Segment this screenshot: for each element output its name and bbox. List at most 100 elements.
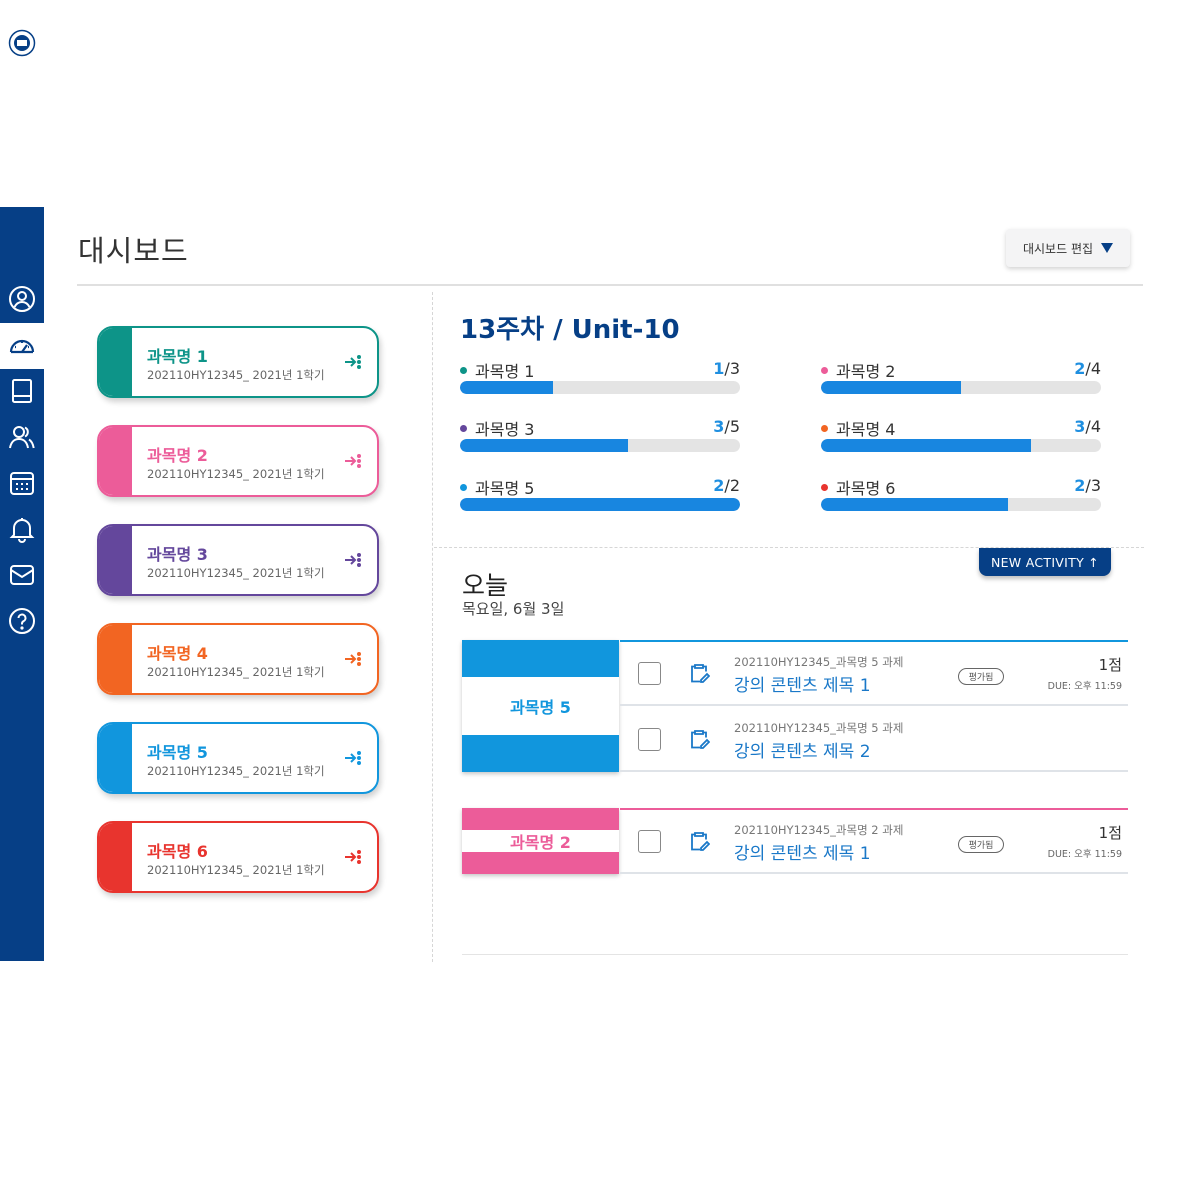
activity-checkbox[interactable] [638,662,661,685]
profile-icon[interactable] [0,276,44,322]
course-progress: 과목명 5 2/2 [460,475,740,523]
progress-fill [460,381,554,394]
assignment-icon [691,832,710,851]
activity-due: DUE: 오후 11:59 [1047,681,1122,692]
users-icon[interactable] [0,414,44,460]
progress-course-name: 과목명 5 [475,479,535,498]
page-title: 대시보드 [78,234,189,268]
course-color-dot [821,484,828,491]
progress-done: 3 [713,417,725,436]
activity-subtitle: 202110HY12345_과목명 5 과제 [734,721,904,735]
list-end-divider [462,954,1128,955]
progress-track [460,381,740,394]
sidebar [0,28,44,961]
progress-count: 3/4 [1074,417,1101,436]
progress-done: 2 [713,476,725,495]
course-color-strip [99,724,132,792]
progress-course-name: 과목명 2 [836,362,896,381]
university-logo-icon[interactable] [0,20,44,66]
today-title: 오늘 [462,571,509,600]
course-progress: 과목명 4 3/4 [821,416,1101,464]
activity-score: 1점 [1098,824,1122,842]
activity-title[interactable]: 강의 콘텐츠 제목 2 [734,737,871,762]
progress-fill [821,381,961,394]
enter-course-icon[interactable] [343,748,363,768]
progress-fill [821,498,1008,511]
course-code: 202110HY12345_ 2021년 1학기 [147,467,325,481]
assignment-icon [691,730,710,749]
progress-fill [460,439,628,452]
progress-total: /3 [724,359,740,378]
course-name: 과목명 4 [147,644,208,663]
progress-track [821,498,1101,511]
column-divider [432,292,433,962]
course-color-dot [821,367,828,374]
course-name: 과목명 6 [147,842,208,861]
graded-badge: 평가됨 [958,836,1004,853]
course-progress: 과목명 2 2/4 [821,358,1101,406]
activity-row: 202110HY12345_과목명 5 과제 강의 콘텐츠 제목 1 평가됨 1점 DU… [620,640,1128,706]
course-color-dot [460,484,467,491]
graded-badge: 평가됨 [958,668,1004,685]
calendar-icon[interactable] [0,460,44,506]
triangle-down-icon [1101,243,1114,253]
activity-checkbox[interactable] [638,830,661,853]
mail-icon[interactable] [0,552,44,598]
progress-course-name: 과목명 4 [836,420,896,439]
activity-course-label[interactable]: 과목명 5 [462,640,619,772]
course-card[interactable]: 과목명 3 202110HY12345_ 2021년 1학기 [97,524,379,596]
course-code: 202110HY12345_ 2021년 1학기 [147,863,325,877]
course-card[interactable]: 과목명 5 202110HY12345_ 2021년 1학기 [97,722,379,794]
week-title: 13주차 / Unit-10 [460,315,680,345]
course-card[interactable]: 과목명 1 202110HY12345_ 2021년 1학기 [97,326,379,398]
enter-course-icon[interactable] [343,352,363,372]
progress-course-name: 과목명 6 [836,479,896,498]
progress-count: 2/3 [1074,476,1101,495]
enter-course-icon[interactable] [343,550,363,570]
progress-total: /2 [724,476,740,495]
new-activity-button[interactable]: NEW ACTIVITY ↑ [979,548,1111,576]
course-card[interactable]: 과목명 4 202110HY12345_ 2021년 1학기 [97,623,379,695]
progress-track [821,439,1101,452]
enter-course-icon[interactable] [343,649,363,669]
progress-count: 2/4 [1074,359,1101,378]
activity-due: DUE: 오후 11:59 [1047,849,1122,860]
course-card[interactable]: 과목명 6 202110HY12345_ 2021년 1학기 [97,821,379,893]
progress-course-name: 과목명 3 [475,420,535,439]
course-color-strip [99,427,132,495]
enter-course-icon[interactable] [343,451,363,471]
course-progress: 과목명 1 1/3 [460,358,740,406]
course-name: 과목명 2 [147,446,208,465]
course-color-strip [99,526,132,594]
course-color-dot [821,425,828,432]
assignment-icon [691,664,710,683]
progress-count: 3/5 [713,417,740,436]
today-date: 목요일, 6월 3일 [462,600,565,618]
progress-track [821,381,1101,394]
course-card[interactable]: 과목명 2 202110HY12345_ 2021년 1학기 [97,425,379,497]
progress-count: 2/2 [713,476,740,495]
activity-course-label[interactable]: 과목명 2 [462,808,619,874]
course-color-strip [99,625,132,693]
activity-subtitle: 202110HY12345_과목명 5 과제 [734,655,904,669]
progress-track [460,498,740,511]
dashboard-icon[interactable] [0,323,44,369]
progress-total: /4 [1085,417,1101,436]
course-name: 과목명 3 [147,545,208,564]
dashboard-edit-label: 대시보드 편집 [1022,241,1094,256]
bell-icon[interactable] [0,506,44,552]
enter-course-icon[interactable] [343,847,363,867]
progress-done: 1 [713,359,725,378]
activity-course-name: 과목명 2 [462,830,619,852]
activity-title[interactable]: 강의 콘텐츠 제목 1 [734,671,871,696]
progress-course-name: 과목명 1 [475,362,535,381]
dashboard-edit-button[interactable]: 대시보드 편집 [1006,229,1130,267]
course-code: 202110HY12345_ 2021년 1학기 [147,764,325,778]
course-name: 과목명 5 [147,743,208,762]
activity-title[interactable]: 강의 콘텐츠 제목 1 [734,839,871,864]
help-icon[interactable] [0,598,44,644]
activity-row: 202110HY12345_과목명 5 과제강의 콘텐츠 제목 2 [620,706,1128,772]
book-icon[interactable] [0,368,44,414]
activity-checkbox[interactable] [638,728,661,751]
progress-total: /5 [724,417,740,436]
